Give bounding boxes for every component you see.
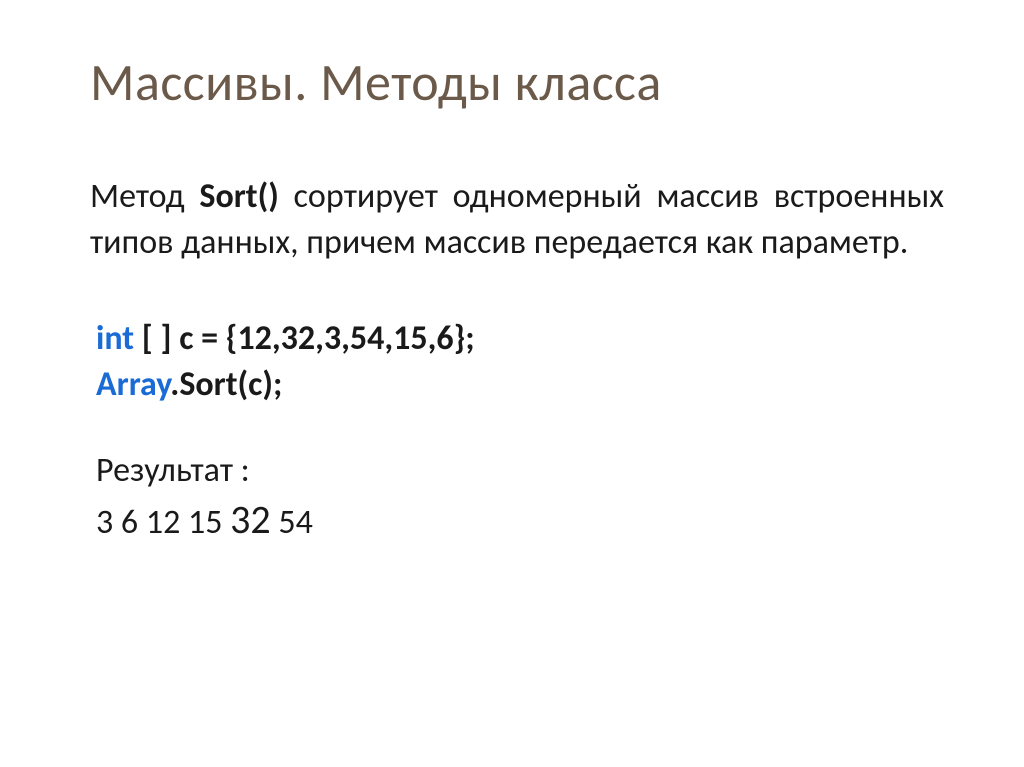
code-class-array: Array (96, 364, 170, 405)
slide-description: Метод Sort() сортирует одномерный массив… (90, 174, 954, 266)
code-line-2: Array.Sort(c); (96, 362, 954, 408)
code-line2-rest: .Sort(c); (170, 364, 282, 405)
result-values-prefix: 3 6 12 15 (96, 502, 230, 543)
result-values-big: 32 (230, 495, 271, 544)
result-label: Результат : (96, 448, 954, 494)
result-values-suffix: 54 (271, 502, 313, 543)
result-block: Результат : 3 6 12 15 32 54 (90, 448, 954, 548)
slide-container: Массивы. Методы класса Метод Sort() сорт… (0, 0, 1024, 767)
code-block: int [ ] c = {12,32,3,54,15,6}; Array.Sor… (90, 316, 954, 408)
code-line1-rest: [ ] c = {12,32,3,54,15,6}; (134, 318, 475, 359)
desc-method-name: Sort() (199, 176, 278, 217)
code-line-1: int [ ] c = {12,32,3,54,15,6}; (96, 316, 954, 362)
desc-prefix: Метод (90, 176, 199, 217)
code-keyword-int: int (96, 318, 134, 359)
slide-title: Массивы. Методы класса (90, 50, 954, 114)
result-values: 3 6 12 15 32 54 (96, 493, 954, 547)
